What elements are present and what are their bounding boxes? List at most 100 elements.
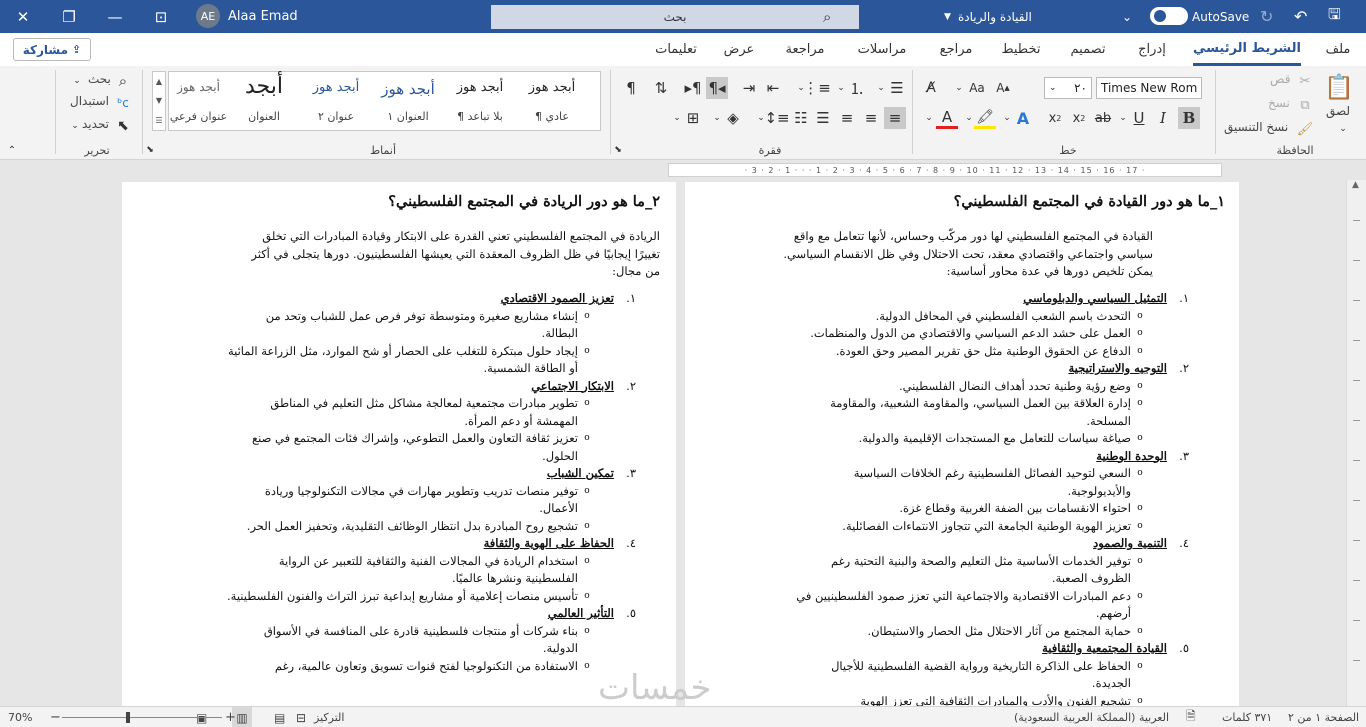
undo-icon[interactable]: ↶ — [1294, 0, 1307, 33]
chevron-down-icon[interactable]: ⌄ — [830, 77, 852, 99]
zoom-out-button[interactable]: − — [50, 707, 61, 727]
justify-icon[interactable]: ☰ — [812, 107, 834, 129]
replace-icon[interactable]: ᵇc — [112, 92, 134, 114]
tab-references[interactable]: مراجع — [940, 33, 973, 66]
zoom-slider[interactable] — [62, 717, 222, 718]
style-normal[interactable]: أبجد هوز ¶ عادي — [516, 72, 588, 130]
chevron-up-icon[interactable]: ▲ — [156, 77, 162, 86]
chevron-down-icon[interactable]: ⌄ — [64, 115, 86, 137]
styles-scroll[interactable]: ▲ ▼ ☰ — [152, 71, 166, 131]
tab-mailings[interactable]: مراسلات — [858, 33, 907, 66]
proofing-icon[interactable]: 🗎 — [1186, 707, 1196, 727]
chevron-down-icon[interactable]: ⌄ — [870, 77, 892, 99]
tab-home[interactable]: الشريط الرئيسي — [1193, 33, 1301, 66]
dialog-launcher-icon[interactable]: ⬊ — [144, 144, 156, 156]
rtl-direction-icon[interactable]: ¶◂ — [706, 77, 728, 99]
chevron-down-icon[interactable]: ▼ — [944, 0, 951, 33]
scissors-icon[interactable]: ✂ — [1294, 70, 1316, 92]
chevron-down-icon[interactable]: ⌄ — [66, 70, 88, 92]
paste-label[interactable]: لصق — [1326, 104, 1350, 118]
replace-label[interactable]: استبدال — [70, 94, 109, 108]
clear-formatting-icon[interactable]: A̸ — [920, 77, 942, 99]
format-painter-label[interactable]: نسخ التنسيق — [1224, 120, 1288, 134]
tab-file[interactable]: ملف — [1326, 33, 1351, 66]
zoom-slider-thumb[interactable] — [126, 712, 130, 723]
chevron-down-icon[interactable]: ⌄ — [958, 107, 980, 129]
chevron-down-icon[interactable]: ⌄ — [918, 107, 940, 129]
minimize-button[interactable]: — — [92, 0, 138, 33]
strikethrough-icon[interactable]: ab — [1092, 107, 1114, 129]
sort-icon[interactable]: ⇅ — [650, 77, 672, 99]
tab-view[interactable]: عرض — [724, 33, 755, 66]
font-size-combo[interactable]: ⌄ ٢٠ — [1044, 77, 1092, 99]
avatar[interactable]: AE — [196, 4, 220, 28]
page-count[interactable]: الصفحة ١ من ٢ — [1288, 707, 1359, 727]
user-name[interactable]: Alaa Emad — [228, 0, 298, 33]
chevron-down-icon[interactable]: ⌄ — [790, 77, 812, 99]
copy-label[interactable]: نسخ — [1268, 96, 1290, 110]
superscript-icon[interactable]: x2 — [1044, 107, 1066, 129]
web-layout-icon[interactable]: ▤ — [274, 707, 285, 727]
find-label[interactable]: بحث — [88, 72, 111, 86]
redo-icon[interactable]: ↻ — [1260, 0, 1273, 33]
chevron-up-icon[interactable]: ▲ — [1352, 180, 1359, 190]
focus-label[interactable]: التركيز — [314, 707, 344, 727]
ltr-direction-icon[interactable]: ▸¶ — [682, 77, 704, 99]
chevron-down-icon[interactable]: ⌄ — [1112, 107, 1134, 129]
tab-layout[interactable]: تخطيط — [1002, 33, 1041, 66]
focus-icon[interactable]: ⊟ — [296, 707, 306, 727]
increase-indent-icon[interactable]: ⇥ — [738, 77, 760, 99]
copy-icon[interactable]: ⧉ — [1294, 94, 1316, 116]
ribbon-display-options-button[interactable]: ⊡ — [138, 0, 184, 33]
vertical-scrollbar[interactable]: ▲ — [1346, 180, 1366, 706]
align-right-icon[interactable]: ≡ — [884, 107, 906, 129]
distributed-icon[interactable]: ☷ — [790, 107, 812, 129]
close-button[interactable]: ✕ — [0, 0, 46, 33]
search-icon[interactable]: ⌕ — [112, 70, 134, 92]
style-heading-2[interactable]: أبجد هوز عنوان ٢ — [300, 72, 372, 130]
chevron-down-icon[interactable]: ⌄ — [750, 107, 772, 129]
chevron-down-icon[interactable]: ⌄ — [948, 77, 970, 99]
chevron-down-icon[interactable]: ⌄ — [996, 107, 1018, 129]
select-cursor-icon[interactable]: ⬉ — [112, 115, 134, 137]
zoom-in-button[interactable]: + — [225, 707, 236, 727]
document-page-2[interactable]: ٢_ما هو دور الريادة في المجتمع الفلسطيني… — [122, 182, 676, 706]
tab-help[interactable]: تعليمات — [655, 33, 697, 66]
italic-icon[interactable]: I — [1152, 107, 1174, 129]
chevron-down-icon[interactable]: ⌄ — [706, 107, 728, 129]
subscript-icon[interactable]: x2 — [1068, 107, 1090, 129]
collapse-ribbon-icon[interactable]: ⌃ — [4, 142, 20, 158]
bold-icon[interactable]: B — [1178, 107, 1200, 129]
select-label[interactable]: تحديد — [82, 117, 109, 131]
align-center-icon[interactable]: ≡ — [860, 107, 882, 129]
style-subtitle[interactable]: أبجد هوز عنوان فرعي — [169, 72, 228, 130]
word-count[interactable]: ٣٧١ كلمات — [1222, 707, 1272, 727]
style-no-spacing[interactable]: أبجد هوز ¶ بلا تباعد — [444, 72, 516, 130]
restore-button[interactable]: ❐ — [46, 0, 92, 33]
grow-font-icon[interactable]: A ▲ — [992, 77, 1014, 99]
save-icon[interactable]: 🖫 — [1328, 0, 1341, 33]
quick-access-customize-icon[interactable]: ⌄ — [1122, 0, 1132, 33]
style-title[interactable]: أبجد العنوان — [228, 72, 300, 130]
language-indicator[interactable]: العربية (المملكة العربية السعودية) — [1014, 707, 1169, 727]
paste-icon[interactable]: 📋 — [1324, 72, 1354, 102]
document-title[interactable]: القيادة والريادة — [958, 0, 1032, 33]
document-page-1[interactable]: ١_ما هو دور القيادة في المجتمع الفلسطيني… — [685, 182, 1239, 706]
share-button[interactable]: مشاركة ⇪ — [13, 38, 91, 61]
font-name-combo[interactable]: Times New Rom — [1096, 77, 1202, 99]
tab-insert[interactable]: إدراج — [1138, 33, 1166, 66]
tab-design[interactable]: تصميم — [1071, 33, 1106, 66]
chevron-down-icon[interactable]: ▼ — [156, 96, 162, 105]
search-box[interactable]: بحث ⌕ — [491, 5, 859, 29]
horizontal-ruler[interactable]: · 3 · 2 · 1 · · · 1 · 2 · 3 · 4 · 5 · 6 … — [668, 163, 1222, 177]
show-marks-icon[interactable]: ¶ — [620, 77, 642, 99]
autosave-toggle[interactable] — [1150, 7, 1188, 25]
align-left-icon[interactable]: ≡ — [836, 107, 858, 129]
dialog-launcher-icon[interactable]: ⬊ — [612, 144, 624, 156]
decrease-indent-icon[interactable]: ⇤ — [762, 77, 784, 99]
cut-label[interactable]: قص — [1270, 72, 1290, 86]
more-styles-icon[interactable]: ☰ — [155, 116, 162, 125]
style-heading-1[interactable]: أبجد هوز العنوان ١ — [372, 72, 444, 130]
zoom-level[interactable]: 70% — [8, 707, 32, 727]
chevron-down-icon[interactable]: ⌄ — [1332, 118, 1354, 140]
